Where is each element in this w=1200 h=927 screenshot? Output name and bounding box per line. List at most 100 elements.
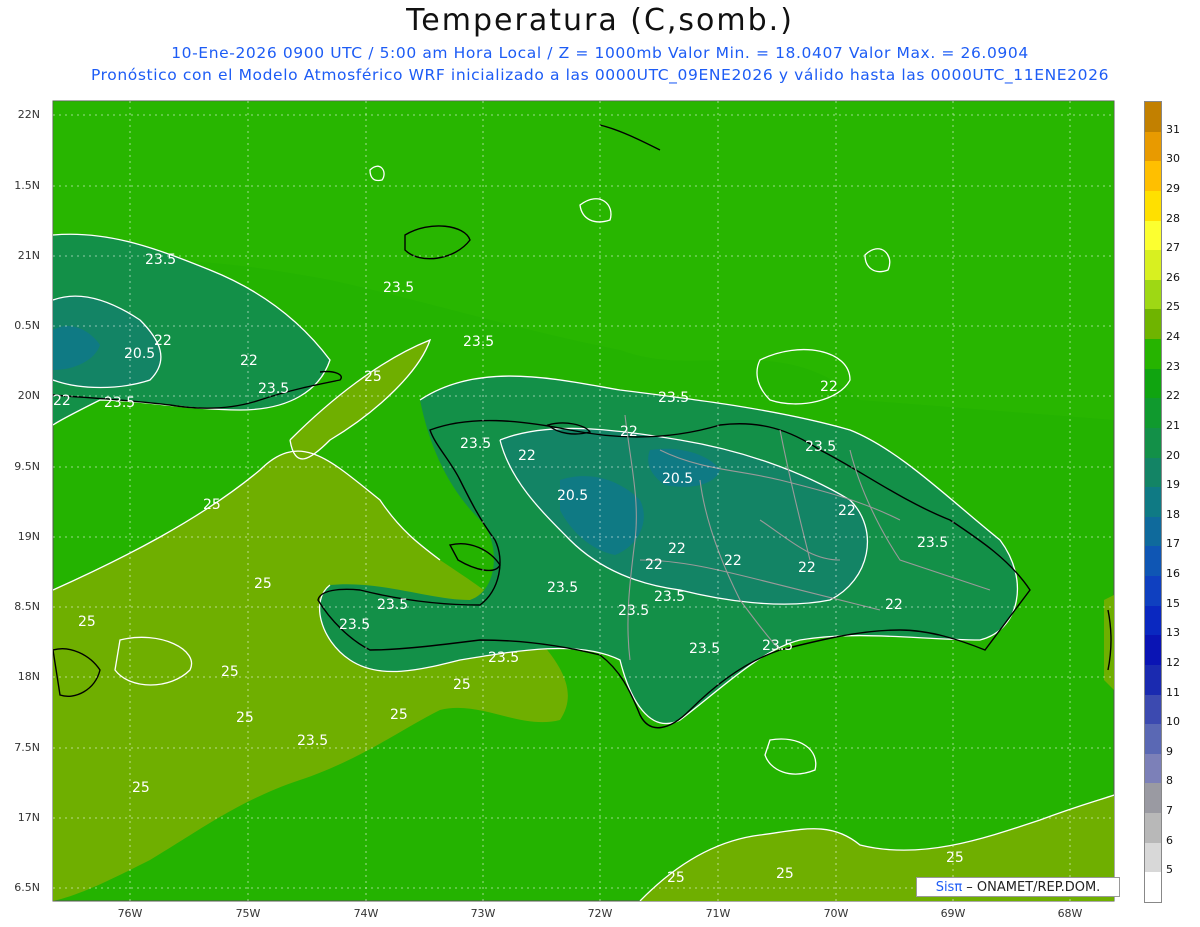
- colorbar-label: 10: [1166, 715, 1180, 729]
- lon-label: 72W: [587, 907, 613, 920]
- colorbar-label: 23: [1166, 359, 1180, 373]
- colorbar-cell: [1145, 694, 1161, 725]
- colorbar-cell: [1145, 131, 1161, 162]
- colorbar-label: 27: [1166, 241, 1180, 255]
- colorbar-label: 29: [1166, 181, 1180, 195]
- lon-label: 69W: [940, 907, 966, 920]
- colorbar-cell: [1145, 250, 1161, 281]
- colorbar-label: 28: [1166, 211, 1180, 225]
- contour-label: 22: [53, 393, 71, 409]
- contour-label: 22: [645, 557, 663, 573]
- contour-label: 25: [236, 710, 254, 726]
- contour-label: 23.5: [377, 597, 408, 613]
- lat-label: 20N: [17, 389, 40, 402]
- lat-label: 0.5N: [14, 319, 40, 332]
- contour-label: 25: [390, 707, 408, 723]
- lon-label: 76W: [117, 907, 143, 920]
- colorbar-label: 17: [1166, 537, 1180, 551]
- contour-label: 20.5: [124, 346, 155, 362]
- contour-label: 23.5: [104, 395, 135, 411]
- contour-label: 22: [668, 541, 686, 557]
- credit-text: – ONAMET/REP.DOM.: [962, 880, 1101, 895]
- colorbar-label: 30: [1166, 152, 1180, 166]
- colorbar-label: 31: [1166, 122, 1180, 136]
- lat-label: 7.5N: [14, 741, 40, 754]
- contour-label: 25: [776, 866, 794, 882]
- colorbar-label: 26: [1166, 270, 1180, 284]
- colorbar-label: 19: [1166, 478, 1180, 492]
- colorbar-label: 15: [1166, 596, 1180, 610]
- colorbar-cell: [1145, 664, 1161, 696]
- contour-label: 23.5: [618, 603, 649, 619]
- colorbar-cell: [1145, 724, 1161, 755]
- contour-label: 20.5: [662, 471, 693, 487]
- contour-label: 22: [724, 553, 742, 569]
- contour-label: 23.5: [463, 334, 494, 350]
- contour-label: 23.5: [658, 390, 689, 406]
- credit-box: Sisπ – ONAMET/REP.DOM.: [916, 877, 1120, 897]
- colorbar-label: 20: [1166, 448, 1180, 462]
- contour-label: 22: [820, 379, 838, 395]
- sispi-logo: Sisπ: [935, 880, 963, 895]
- colorbar-cell: [1145, 635, 1161, 666]
- lat-label: 9.5N: [14, 460, 40, 473]
- lon-label: 71W: [705, 907, 731, 920]
- contour-label: 22: [154, 333, 172, 349]
- contour-label: 23.5: [917, 535, 948, 551]
- contour-label: 22: [518, 448, 536, 464]
- colorbar-cell: [1145, 339, 1161, 370]
- colorbar-cell: [1145, 753, 1161, 784]
- colorbar-cell: [1145, 102, 1161, 133]
- colorbar-label: 7: [1166, 804, 1173, 818]
- lat-label: 6.5N: [14, 881, 40, 894]
- colorbar-cell: [1145, 516, 1161, 547]
- lat-label: 22N: [17, 108, 40, 121]
- contour-label: 22: [885, 597, 903, 613]
- colorbar-label: 22: [1166, 389, 1180, 403]
- contour-label: 25: [132, 780, 150, 796]
- colorbar-cell: [1145, 190, 1161, 221]
- contour-label: 25: [203, 497, 221, 513]
- colorbar-label: 8: [1166, 774, 1173, 788]
- lon-label: 70W: [823, 907, 849, 920]
- contour-label: 22: [620, 424, 638, 440]
- colorbar-label: 6: [1166, 833, 1173, 847]
- colorbar-label: 13: [1166, 626, 1180, 640]
- field-warm-region-east: [1104, 595, 1114, 690]
- contour-label: 23.5: [689, 641, 720, 657]
- colorbar-cell: [1145, 161, 1161, 192]
- contour-label: 22: [798, 560, 816, 576]
- colorbar-cell: [1145, 368, 1161, 399]
- temperature-colorbar: [1144, 101, 1162, 903]
- contour-label: 23.5: [547, 580, 578, 596]
- colorbar-cell: [1145, 427, 1161, 459]
- contour-label: 23.5: [460, 436, 491, 452]
- contour-label: 25: [453, 677, 471, 693]
- lon-label: 68W: [1057, 907, 1083, 920]
- contour-label: 25: [78, 614, 96, 630]
- colorbar-label: 9: [1166, 744, 1173, 758]
- colorbar-label: 25: [1166, 300, 1180, 314]
- colorbar-label: 5: [1166, 863, 1173, 877]
- colorbar-cell: [1145, 487, 1161, 518]
- contour-label: 25: [946, 850, 964, 866]
- contour-label: 23.5: [383, 280, 414, 296]
- lon-label: 75W: [235, 907, 261, 920]
- contour-label: 23.5: [654, 589, 685, 605]
- colorbar-cell: [1145, 872, 1161, 903]
- lat-label: 17N: [17, 811, 40, 824]
- colorbar-label: 21: [1166, 418, 1180, 432]
- contour-label: 25: [364, 369, 382, 385]
- contour-label: 25: [667, 870, 685, 886]
- contour-label: 23.5: [805, 439, 836, 455]
- colorbar-cell: [1145, 605, 1161, 636]
- colorbar-label: 12: [1166, 655, 1180, 669]
- contour-label: 22: [240, 353, 258, 369]
- contour-label: 23.5: [297, 733, 328, 749]
- colorbar-cell: [1145, 783, 1161, 814]
- temperature-map: 23.5 23.5 22 20.5 22 23.5 23.5 22 25 23.…: [52, 100, 1115, 902]
- lat-label: 8.5N: [14, 600, 40, 613]
- colorbar-cell: [1145, 309, 1161, 340]
- colorbar-cell: [1145, 842, 1161, 873]
- contour-label: 23.5: [145, 252, 176, 268]
